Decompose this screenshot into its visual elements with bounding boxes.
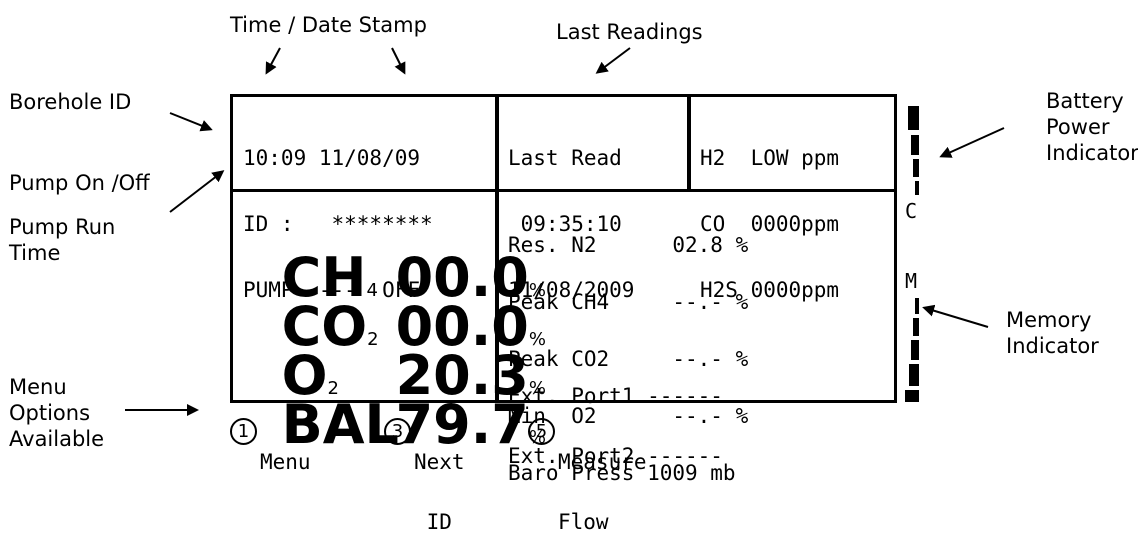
h2-reading: H2 LOW ppm [700,146,840,170]
time-date-stamp-label: Time / Date Stamp [230,13,427,37]
pump-run-time-line1: Pump Run [9,215,116,239]
menu-options-line1: Menu [9,375,67,399]
memory-line2: Indicator [1006,334,1099,358]
borehole-id-label: Borehole ID [9,90,132,114]
menu-1-number[interactable]: 1 [230,418,257,445]
menu-5-label[interactable]: Measure Flow [558,412,647,552]
memory-letter: M [905,269,918,293]
memory-indicator-label: Memory Indicator [1006,307,1099,359]
battery-line3: Indicator [1046,141,1138,165]
battery-indicator-label: Battery Power Indicator [1046,88,1138,166]
time-date-line: 10:09 11/08/09 [243,146,421,170]
battery-bar-1 [908,106,919,130]
menu-options-line3: Available [9,427,105,451]
battery-line1: Battery [1046,89,1124,113]
menu-1-label[interactable]: Menu [260,412,311,492]
arrow-memory [922,304,989,328]
memory-bar-1 [915,298,919,314]
last-readings-label: Last Readings [556,20,703,44]
arrow-date [391,47,406,75]
memory-bar-3 [911,340,919,360]
menu-5-number[interactable]: 5 [528,418,555,445]
arrow-time [265,47,281,75]
memory-line1: Memory [1006,308,1092,332]
menu-3-number[interactable]: 3 [384,418,411,445]
pump-run-time-label: Pump Run Time [9,214,115,266]
battery-bar-4 [915,181,919,195]
menu-5-line1: Measure [558,450,647,474]
menu-options-line2: Options [9,401,91,425]
pump-run-time-line2: Time [9,241,61,265]
arrow-borehole-id [169,112,213,132]
battery-bar-2 [911,135,919,155]
menu-1-line1: Menu [260,450,311,474]
peak-ch4-line: Peak CH4 --.- % [508,290,749,314]
memory-bar-5 [905,390,919,402]
menu-options-label: Menu Options Available [9,374,104,452]
menu-3-label[interactable]: Next ID [414,412,465,552]
ext-port1-line: Ext. Port1 ------ [508,384,723,408]
memory-bar-2 [913,318,919,336]
menu-3-line2: ID [414,510,452,534]
arrow-last-readings [595,47,631,74]
memory-bar-4 [909,364,919,386]
arrow-battery [939,127,1005,158]
battery-line2: Power [1046,115,1110,139]
arrow-pump [169,170,225,213]
last-read-title: Last Read [508,146,622,170]
menu-5-line2: Flow [558,510,609,534]
res-n2-line: Res. N2 02.8 % [508,233,749,257]
pump-onoff-label: Pump On /Off [9,171,150,195]
battery-letter: C [905,199,918,223]
battery-bar-3 [913,159,919,177]
menu-3-line1: Next [414,450,465,474]
